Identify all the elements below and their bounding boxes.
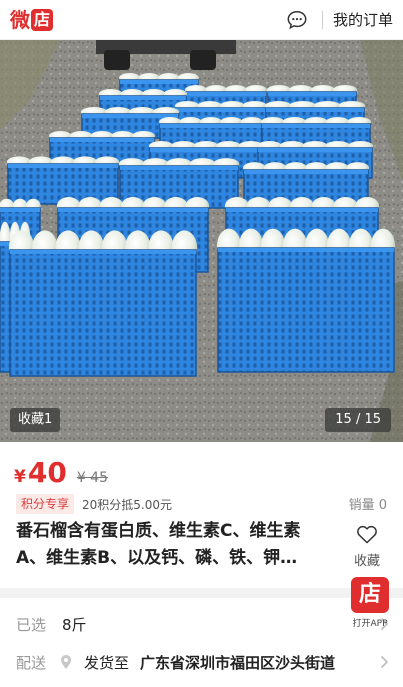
options-section: 已选 8斤 配送 发货至 广东省深圳市福田区沙头街道 — [0, 598, 403, 687]
points-tag: 积分专享 — [16, 494, 75, 514]
favorite-label: 收藏 — [353, 554, 380, 569]
location-pin-icon — [61, 655, 71, 669]
chevron-right-icon — [380, 655, 389, 669]
points-row: 积分专享 20积分抵5.00元 — [16, 494, 172, 514]
logo-prefix: 微 — [10, 7, 30, 32]
header-actions: 我的订单 — [286, 0, 393, 40]
heart-icon — [357, 525, 377, 544]
app-store-icon: 店 — [351, 577, 389, 613]
logo-badge: 店 — [31, 8, 54, 31]
shipping-prefix: 发货至 — [84, 653, 130, 672]
open-app-button[interactable]: 店 打开APP — [347, 577, 393, 629]
my-orders-link[interactable]: 我的订单 — [333, 9, 393, 30]
selected-label: 已选 — [16, 615, 47, 634]
selected-value: 8斤 — [62, 615, 87, 634]
image-page-counter: 15 / 15 — [325, 408, 391, 432]
basket-20 — [216, 228, 396, 373]
current-price: 40 — [27, 456, 67, 489]
shipping-row[interactable]: 配送 发货至 广东省深圳市福田区沙头街道 — [0, 640, 403, 684]
points-text: 20积分抵5.00元 — [82, 497, 173, 512]
shipping-address: 广东省深圳市福田区沙头街道 — [140, 653, 336, 672]
app-header: 微 店 我的订单 — [0, 0, 403, 40]
product-title: 番石榴含有蛋白质、维生素C、维生素A、维生素B、以及钙、磷、铁、钾… — [16, 521, 301, 568]
product-info: ¥ 40 ¥ 45 积分专享 20积分抵5.00元 销量 0 番石榴含有蛋白质、… — [0, 442, 403, 588]
chat-bubble-icon[interactable] — [286, 9, 308, 31]
shipping-label: 配送 — [16, 653, 47, 672]
currency-symbol: ¥ — [14, 467, 26, 487]
favorite-button[interactable]: 收藏 — [347, 524, 387, 569]
basket-12 — [6, 156, 120, 205]
guava-baskets-photo — [0, 40, 403, 442]
favorites-count-badge: 收藏1 — [10, 408, 61, 432]
price-row: ¥ 40 ¥ 45 — [14, 456, 108, 489]
basket-19 — [8, 230, 198, 377]
sales-count: 销量 0 — [348, 498, 387, 513]
product-image[interactable]: 收藏1 15 / 15 — [0, 40, 403, 442]
weidian-logo[interactable]: 微 店 — [10, 0, 54, 40]
open-app-label: 打开APP — [352, 619, 388, 629]
header-divider — [321, 10, 323, 29]
original-price: ¥ 45 — [76, 470, 108, 486]
